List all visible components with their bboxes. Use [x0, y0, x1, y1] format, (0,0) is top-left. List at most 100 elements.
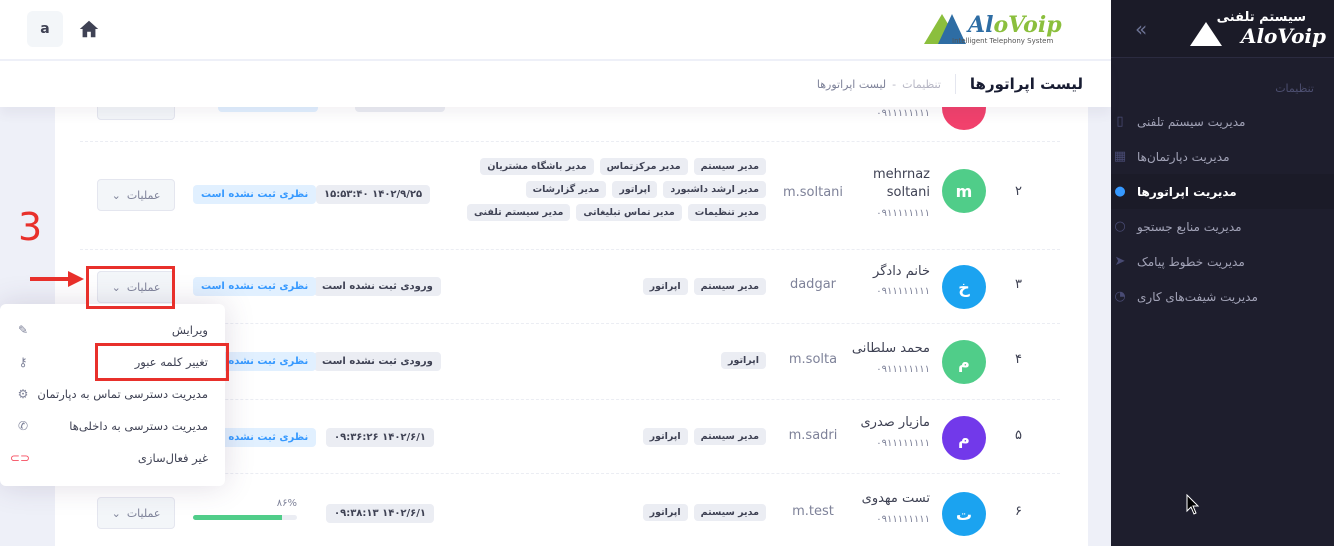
system-title: سیستم تلفنی: [1216, 10, 1306, 25]
sidebar-item-label: مدیریت شیفت‌های کاری: [1137, 289, 1258, 304]
operator-name: مازیار صدری: [860, 415, 930, 430]
operations-label: عملیات: [126, 506, 161, 520]
key-icon: ⚷: [18, 355, 28, 369]
breadcrumb-current: لیست اپراتورها: [816, 77, 887, 91]
role-tag: مدیر گزارشات: [525, 181, 607, 198]
role-tag: مدیر سیستم: [693, 504, 766, 521]
page-title: لیست اپراتورها: [969, 75, 1083, 93]
sidebar-item-search-sources[interactable]: ○ مدیریت منابع جستجو: [1111, 209, 1334, 244]
operations-dropdown-menu: ویرایش ✎ تغییر کلمه عبور ⚷ مدیریت دسترسی…: [0, 304, 225, 486]
breadcrumb-separator: -: [892, 77, 897, 91]
table-row: ۲ m mehrnaz soltani ۰۹۱۱۱۱۱۱۱۱ m.soltani…: [80, 142, 1060, 250]
last-login: ورودی ثبت نشده است: [314, 352, 441, 371]
mouse-cursor-icon: [1186, 494, 1200, 515]
sidebar-item-label: مدیریت خطوط پیامک: [1137, 254, 1245, 269]
row-number: ۶: [1015, 504, 1022, 519]
menu-item-extension-access[interactable]: مدیریت دسترسی به داخلی‌ها ✆: [0, 410, 225, 442]
role-tag: اپراتور: [642, 278, 688, 295]
operator-phone: ۰۹۱۱۱۱۱۱۱۱: [876, 514, 930, 525]
role-tag: مدیر باشگاه مشتریان: [480, 158, 594, 175]
operator-avatar: m: [942, 169, 986, 213]
operator-phone: ۰۹۱۱۱۱۱۱۱۱: [876, 286, 930, 297]
table-row: ۶ ت تست مهدوی ۰۹۱۱۱۱۱۱۱۱ m.test مدیر سیس…: [80, 474, 1060, 546]
operator-phone: ۰۹۱۱۱۱۱۱۱۱: [876, 438, 930, 449]
operations-button[interactable]: عملیات ⌄: [97, 179, 175, 211]
breadcrumb-settings[interactable]: تنظیمات: [902, 78, 941, 91]
row-number: ۳: [1015, 277, 1022, 292]
chevron-down-icon: ⌄: [111, 188, 121, 202]
role-tag: مدیر سیستم: [693, 278, 766, 295]
last-login: ۱۴۰۲/۶/۱ ۰۹:۳۶:۲۶: [326, 428, 435, 447]
chevron-down-icon: ⌄: [111, 506, 121, 520]
toggle-off-icon: ⊂⊃: [9, 451, 30, 465]
progress-value: ۸۶%: [276, 498, 297, 509]
building-icon: ▦: [1113, 149, 1127, 164]
row-number: ۲: [1015, 184, 1022, 199]
sidebar-item-operators[interactable]: ● مدیریت اپراتورها: [1111, 174, 1334, 209]
alovoip-logo: AloVoip Intelligent Telephony System: [924, 12, 1084, 48]
send-icon: ➤: [1114, 254, 1126, 269]
sidebar-menu: ▯ مدیریت سیستم تلفنی ▦ مدیریت دپارتمان‌ه…: [1111, 104, 1334, 314]
role-tag: مدیر تنظیمات: [687, 204, 766, 221]
sidebar-item-work-shifts[interactable]: ◔ مدیریت شیفت‌های کاری: [1111, 279, 1334, 314]
menu-item-label: ویرایش: [171, 323, 208, 337]
operator-roles: مدیر سیستم مدیر مرکزتماس مدیر باشگاه مشت…: [460, 158, 766, 221]
menu-item-deactivate[interactable]: غیر فعال‌سازی ⊂⊃: [0, 442, 225, 474]
operator-roles: مدیر سیستم اپراتور: [460, 428, 766, 445]
sidebar-item-label: مدیریت منابع جستجو: [1137, 219, 1242, 234]
sidebar-item-label: مدیریت سیستم تلفنی: [1137, 114, 1246, 129]
survey-status: نظری ثبت نشده است: [193, 277, 317, 296]
menu-item-department-access[interactable]: مدیریت دسترسی تماس به دپارتمان ⚙: [0, 378, 225, 410]
progress-fill: [193, 515, 283, 520]
sidebar-item-departments[interactable]: ▦ مدیریت دپارتمان‌ها: [1111, 139, 1334, 174]
menu-item-label: مدیریت دسترسی به داخلی‌ها: [69, 419, 208, 433]
subheader-divider: [954, 74, 956, 94]
top-header: a AloVoip Intelligent Telephony System: [0, 0, 1111, 60]
last-login: ۱۴۰۲/۶/۱ ۰۹:۳۸:۱۳: [326, 504, 435, 523]
role-tag: مدیر سیستم تلفنی: [466, 204, 571, 221]
highlight-box-operations: [86, 266, 175, 309]
sidebar-brand-name: AloVoip: [1240, 24, 1326, 48]
sidebar-item-phone-system[interactable]: ▯ مدیریت سیستم تلفنی: [1111, 104, 1334, 139]
phone-icon: ✆: [17, 419, 29, 433]
operator-avatar: خ: [942, 265, 986, 309]
brand-name: AloVoip: [968, 12, 1062, 38]
sidebar-section-title: تنظیمات: [1275, 82, 1314, 95]
progress-bar: [193, 515, 297, 520]
operator-username: m.solta: [788, 352, 838, 367]
role-tag: مدیر سیستم: [693, 158, 766, 175]
role-tag: مدیر مرکزتماس: [599, 158, 688, 175]
operator-phone: ۰۹۱۱۱۱۱۱۱۱: [876, 108, 930, 119]
last-login: ۱۴۰۲/۹/۲۵ ۱۵:۵۳:۴۰: [316, 185, 431, 204]
operator-avatar: م: [942, 416, 986, 460]
table-row: ۳ خ خانم دادگر ۰۹۱۱۱۱۱۱۱۱ dadgar مدیر سی…: [80, 250, 1060, 324]
menu-item-edit[interactable]: ویرایش ✎: [0, 314, 225, 346]
timer-icon: ◔: [1114, 289, 1126, 304]
operator-avatar: ت: [942, 492, 986, 536]
operator-phone: ۰۹۱۱۱۱۱۱۱۱: [876, 364, 930, 375]
operator-roles: اپراتور: [460, 352, 766, 369]
home-icon[interactable]: [78, 18, 100, 40]
sidebar-item-sms-lines[interactable]: ➤ مدیریت خطوط پیامک: [1111, 244, 1334, 279]
row-number: ۵: [1015, 428, 1022, 443]
survey-status: نظری ثبت نشده است: [193, 185, 317, 204]
operator-name: mehrnaz soltani: [872, 167, 930, 200]
sidebar-brand: « سیستم تلفنی AloVoip: [1111, 0, 1334, 58]
last-login: ورودی ثبت نشده است: [314, 277, 441, 296]
menu-item-label: غیر فعال‌سازی: [137, 451, 208, 465]
role-tag: مدیر ارشد داشبورد: [663, 181, 766, 198]
operator-avatar: م: [942, 340, 986, 384]
collapse-sidebar-icon[interactable]: «: [1135, 17, 1147, 41]
step-number-annotation: 3: [18, 205, 43, 249]
operator-username: m.soltani: [782, 185, 844, 200]
operator-username: dadgar: [789, 277, 837, 292]
survey-progress: ۸۶%: [193, 498, 297, 520]
brand-tagline: Intelligent Telephony System: [952, 37, 1054, 45]
operator-name: محمد سلطانی: [851, 341, 930, 356]
user-avatar[interactable]: a: [27, 11, 63, 47]
arrow-right-icon: [30, 271, 84, 287]
sidebar-item-label: مدیریت دپارتمان‌ها: [1137, 149, 1230, 164]
operations-button[interactable]: عملیات ⌄: [97, 497, 175, 529]
role-tag: اپراتور: [642, 504, 688, 521]
row-number: ۴: [1015, 352, 1022, 367]
